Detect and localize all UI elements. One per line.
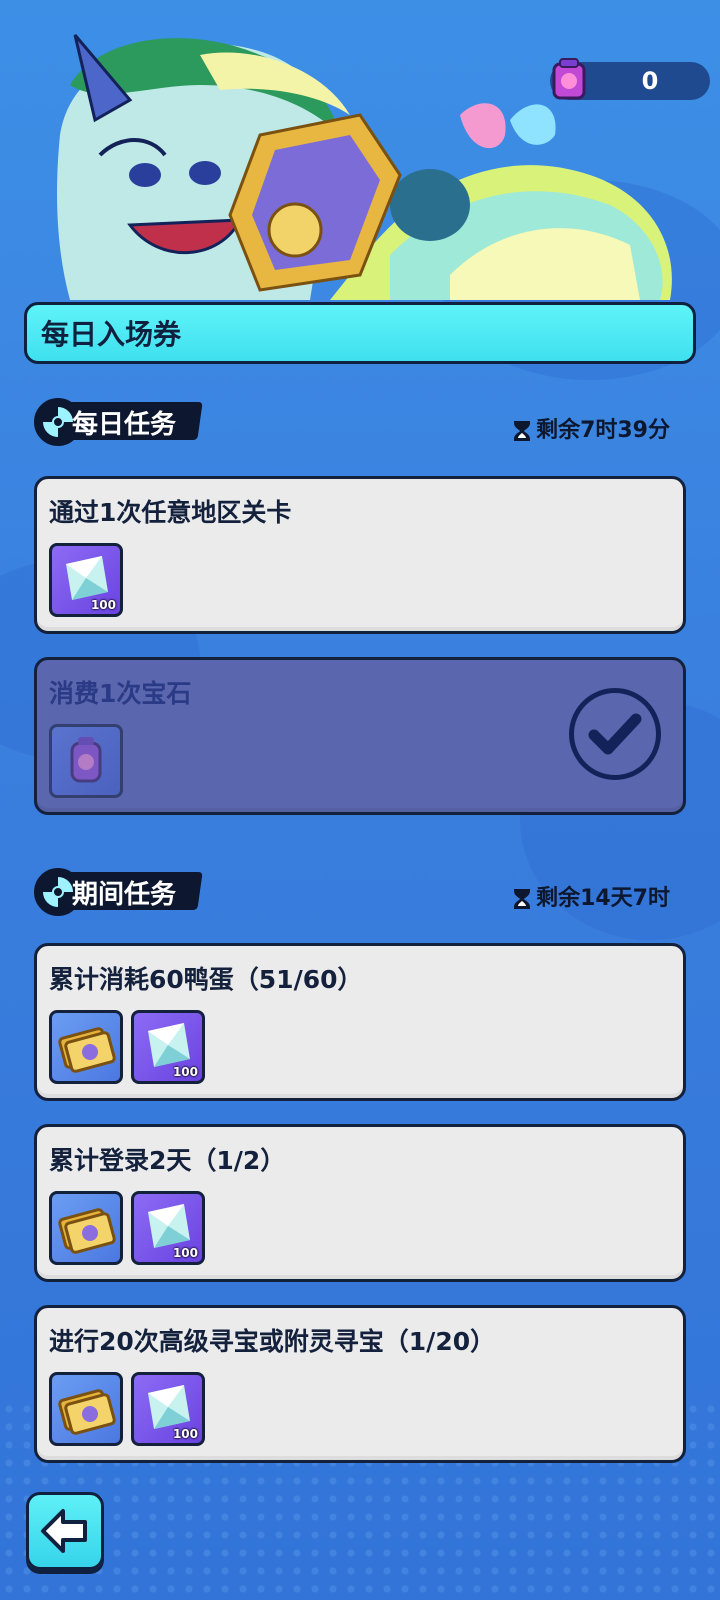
back-button[interactable] [26, 1492, 104, 1570]
reward-quantity: 100 [90, 598, 116, 612]
page-title: 每日入场券 [41, 318, 182, 351]
period-timer: 剩余14天7时 [512, 884, 670, 914]
task-card: 进行20次高级寻宝或附灵寻宝（1/20） 100 [34, 1305, 686, 1463]
hourglass-icon [514, 889, 531, 909]
title-banner: 每日入场券 [24, 302, 696, 364]
reward-item[interactable]: 100 [131, 1191, 205, 1265]
gold-ticket-icon [58, 1027, 116, 1073]
period-tasks-header: 期间任务 [34, 868, 203, 916]
gold-ticket-icon [58, 1389, 116, 1435]
reward-quantity: 100 [172, 1427, 198, 1441]
task-title: 累计消耗60鸭蛋（51/60） [49, 965, 363, 994]
reward-item[interactable]: 100 [49, 543, 123, 617]
task-title: 通过1次任意地区关卡 [49, 498, 292, 527]
gold-ticket-icon [58, 1208, 116, 1254]
task-title: 消费1次宝石 [49, 679, 192, 708]
currency-counter[interactable]: 0 [550, 58, 710, 100]
period-tasks-label: 期间任务 [72, 880, 177, 910]
task-title: 进行20次高级寻宝或附灵寻宝（1/20） [49, 1327, 496, 1356]
hourglass-icon [514, 421, 531, 441]
lantern-icon [70, 737, 102, 783]
task-card: 累计消耗60鸭蛋（51/60） 100 [34, 943, 686, 1101]
reward-item[interactable] [49, 724, 123, 798]
period-timer-text: 剩余14天7时 [536, 886, 670, 911]
daily-tasks-label: 每日任务 [72, 410, 177, 440]
task-card-completed: 消费1次宝石 [34, 657, 686, 815]
daily-tasks-header: 每日任务 [34, 398, 203, 446]
reward-item[interactable] [49, 1372, 123, 1446]
reward-item[interactable] [49, 1191, 123, 1265]
daily-timer-text: 剩余7时39分 [536, 418, 670, 443]
task-title: 累计登录2天（1/2） [49, 1146, 286, 1175]
checkmark-icon [569, 688, 661, 780]
currency-value: 0 [641, 67, 659, 95]
reward-item[interactable]: 100 [131, 1010, 205, 1084]
lantern-ticket-icon [552, 58, 586, 100]
reward-item[interactable] [49, 1010, 123, 1084]
task-card: 通过1次任意地区关卡 100 [34, 476, 686, 634]
reward-quantity: 100 [172, 1065, 198, 1079]
task-card: 累计登录2天（1/2） 100 [34, 1124, 686, 1282]
reward-quantity: 100 [172, 1246, 198, 1260]
reward-item[interactable]: 100 [131, 1372, 205, 1446]
back-arrow-icon [41, 1509, 87, 1553]
daily-timer: 剩余7时39分 [512, 416, 670, 446]
